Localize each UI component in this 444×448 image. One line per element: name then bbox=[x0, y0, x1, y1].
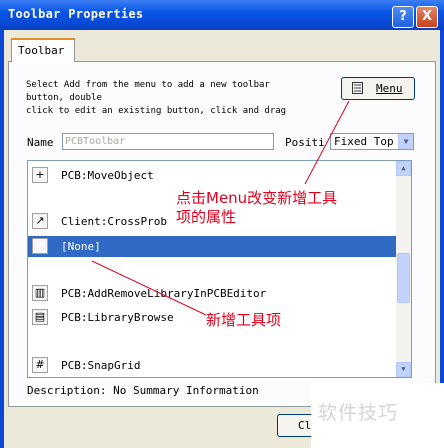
annotation-arrows bbox=[91, 100, 350, 316]
toolbar-properties-window: Toolbar Properties ? X Toolbar Select Ad… bbox=[0, 0, 444, 448]
menu-annotation-arrow bbox=[304, 100, 350, 185]
new-item-annotation-arrow bbox=[91, 260, 207, 316]
watermark-text: 软件技巧 bbox=[318, 402, 399, 424]
